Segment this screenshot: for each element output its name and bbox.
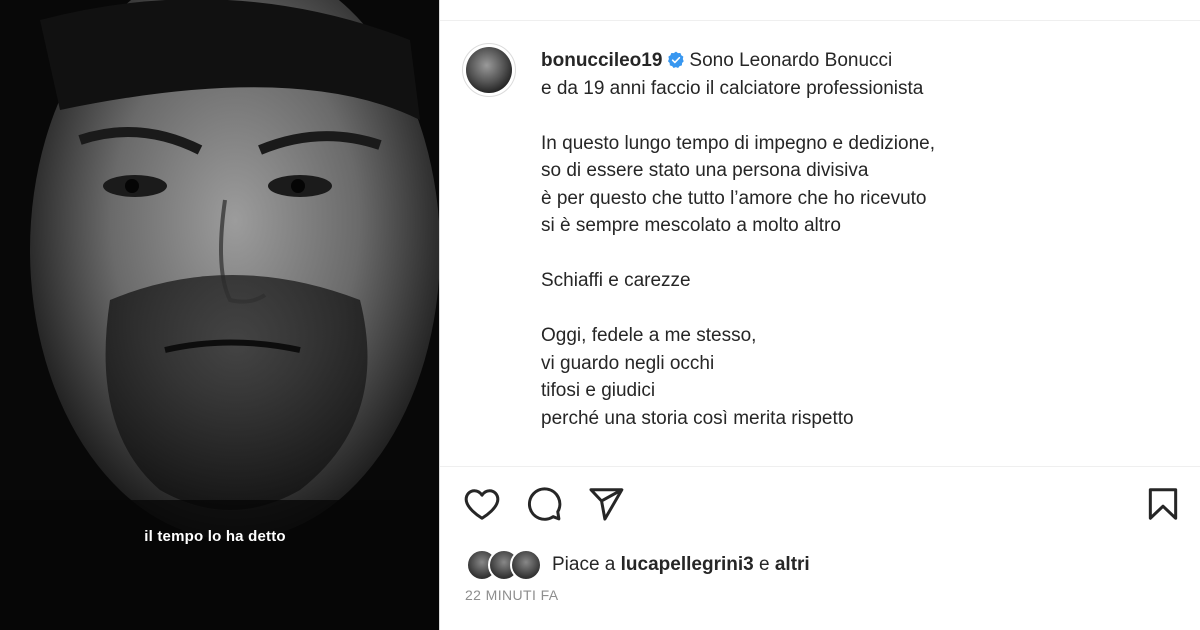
profile-avatar[interactable] [462,43,516,97]
caption-paragraph: In questo lungo tempo di impegno e dediz… [541,130,1181,240]
caption-line: so di essere stato una persona divisiva [541,160,869,181]
heart-icon[interactable] [463,485,501,523]
likes-connector: e [758,554,770,575]
post-caption: bonuccileo19 Sono Leonardo Bonucci e da 1… [541,47,1181,432]
caption-line: Oggi, fedele a me stesso, [541,325,757,346]
caption-line: Schiaffi e carezze [541,270,691,291]
verified-badge-icon [668,51,685,69]
caption-line: In questo lungo tempo di impegno e dediz… [541,132,935,154]
liker-avatar [510,549,542,581]
caption-paragraph: Schiaffi e carezze [541,267,1181,295]
comment-icon[interactable] [525,485,563,523]
username-link[interactable]: bonuccileo19 [541,50,662,71]
avatar-image [466,47,512,93]
caption-line: si è sempre mescolato a molto altro [541,215,841,236]
caption-line: vi guardo negli occhi [541,352,715,374]
caption-line: e da 19 anni faccio il calciatore profes… [541,77,924,99]
caption-text: Sono Leonardo Bonucci [689,50,893,71]
bookmark-icon[interactable] [1144,485,1182,523]
header-divider [440,20,1200,21]
caption-line: tifosi e giudici [541,380,656,401]
share-icon[interactable] [587,485,625,523]
others-link[interactable]: altri [775,554,810,576]
post-media[interactable]: il tempo lo ha detto [0,0,439,630]
post-timestamp[interactable]: 22 MINUTI FA [465,587,558,603]
likes-prefix: Piace a [552,554,616,575]
actions-divider [440,466,1200,467]
caption-paragraph: Oggi, fedele a me stesso, vi guardo negl… [541,322,1181,432]
video-caption-overlay: il tempo lo ha detto [144,528,286,545]
liker-username-link[interactable]: lucapellegrini3 [621,554,754,576]
likes-summary[interactable]: Piace a lucapellegrini3 e altri [466,549,810,581]
caption-first-line: bonuccileo19 Sono Leonardo Bonucci [541,47,1181,75]
caption-line: perché una storia così merita rispetto [541,407,854,429]
caption-line: è per questo che tutto l’amore che ho ri… [541,187,927,209]
panel-divider [439,0,440,630]
liker-avatars [466,549,546,581]
